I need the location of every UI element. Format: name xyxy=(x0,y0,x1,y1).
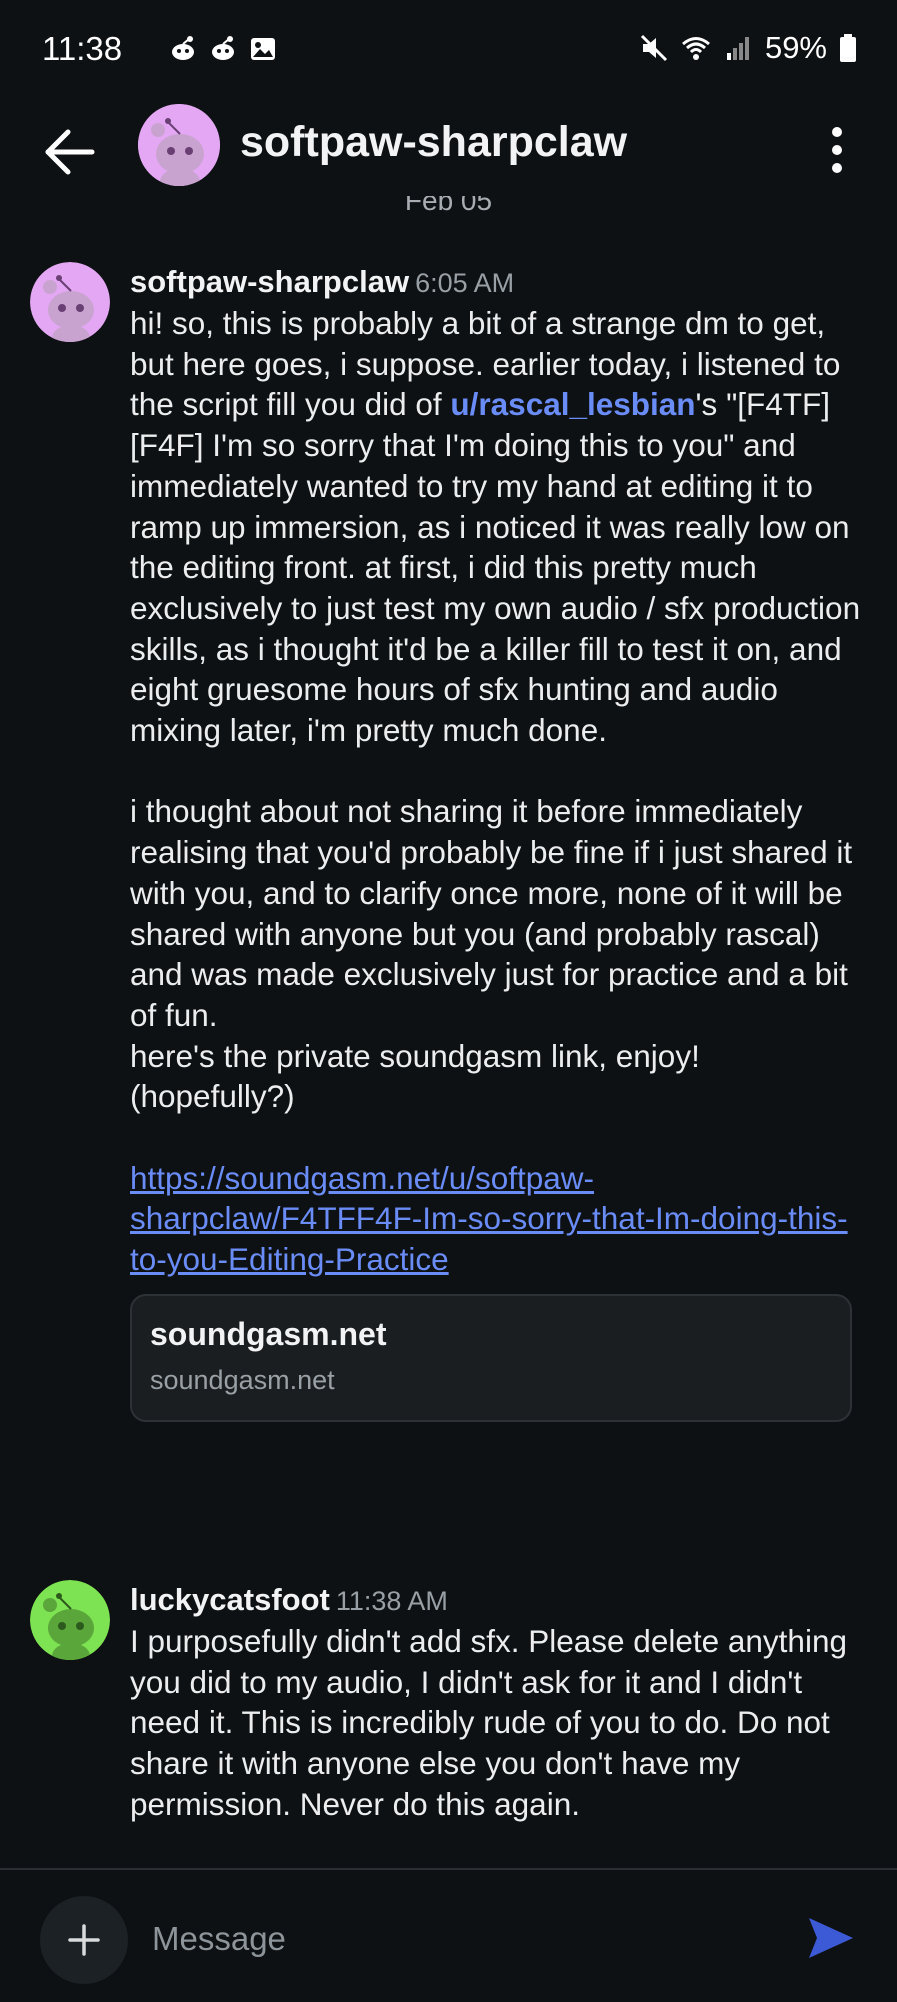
arrow-left-icon xyxy=(45,129,95,175)
message-timestamp: 11:38 AM xyxy=(335,1586,448,1616)
message-input[interactable] xyxy=(150,1910,754,1968)
link-preview-domain: soundgasm.net xyxy=(150,1364,335,1395)
snoo-avatar-icon xyxy=(138,104,220,186)
image-icon xyxy=(251,38,275,60)
reddit-icon xyxy=(172,36,194,60)
signal-icon xyxy=(726,37,749,60)
message-author[interactable]: softpaw-sharpclaw xyxy=(130,264,409,299)
send-icon xyxy=(809,1918,853,1958)
reddit-icon xyxy=(212,36,234,60)
conversation-header: softpaw-sharpclaw xyxy=(0,100,897,210)
avatar[interactable] xyxy=(138,104,220,186)
snoo-avatar-icon xyxy=(30,1580,110,1660)
message-text: hi! so, this is probably a bit of a stra… xyxy=(130,305,861,1278)
battery-percentage: 59% xyxy=(764,30,827,65)
status-bar: 11:38 59% xyxy=(0,0,897,100)
link-preview-card[interactable]: soundgasm.net soundgasm.net xyxy=(130,1293,852,1422)
soundgasm-link[interactable]: https://soundgasm.net/u/softpaw-sharpcla… xyxy=(130,1160,848,1277)
date-separator: Feb 05 xyxy=(404,196,493,216)
user-mention-link[interactable]: u/rascal_lesbian xyxy=(450,386,695,422)
add-attachment-button[interactable] xyxy=(40,1896,128,1984)
back-button[interactable] xyxy=(40,122,100,182)
mute-icon xyxy=(640,34,668,62)
kebab-menu-icon xyxy=(832,127,842,173)
send-button[interactable] xyxy=(805,1912,857,1964)
wifi-icon xyxy=(681,37,710,60)
message-timestamp: 6:05 AM xyxy=(415,268,515,298)
avatar[interactable] xyxy=(30,1580,110,1660)
message-author[interactable]: luckycatsfoot xyxy=(130,1582,330,1617)
avatar[interactable] xyxy=(30,262,110,342)
conversation-title[interactable]: softpaw-sharpclaw xyxy=(240,118,627,167)
plus-icon xyxy=(68,1924,100,1956)
message-composer xyxy=(0,1868,897,2002)
message-text: I purposefully didn't add sfx. Please de… xyxy=(130,1623,856,1822)
link-preview-title: soundgasm.net xyxy=(150,1315,387,1352)
notification-icons xyxy=(168,34,278,64)
more-options-button[interactable] xyxy=(817,120,857,180)
battery-icon xyxy=(840,34,856,62)
snoo-avatar-icon xyxy=(30,262,110,342)
status-time: 11:38 xyxy=(42,30,123,67)
